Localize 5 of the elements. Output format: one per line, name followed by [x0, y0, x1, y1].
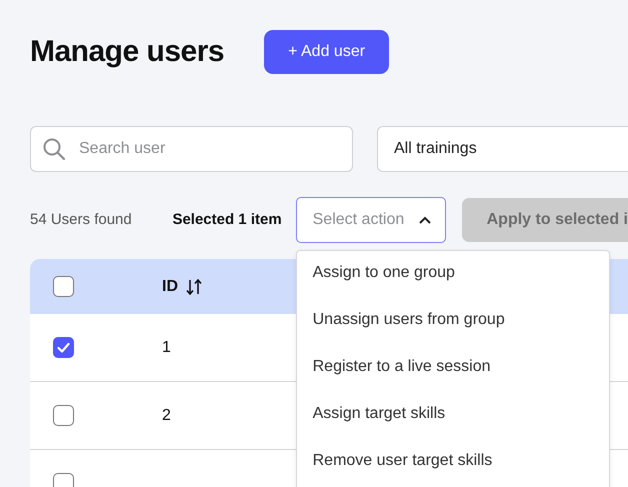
table-cell-text: 1 — [162, 338, 171, 358]
users-found-count: 54 Users found — [30, 210, 133, 230]
table-cell-text: 2 — [162, 406, 171, 426]
selected-count: Selected 1 item — [172, 210, 283, 230]
page-title: Manage users — [30, 34, 224, 70]
